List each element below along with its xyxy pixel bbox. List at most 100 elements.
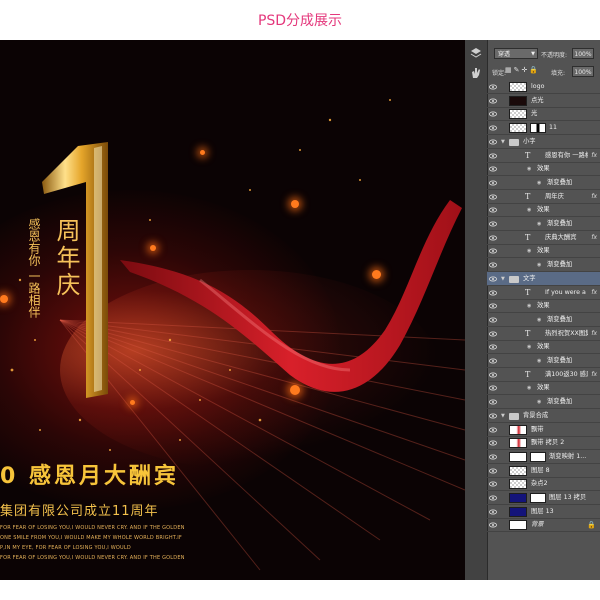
layer-name: 点光	[531, 96, 544, 104]
layer-name: 庆典大酬宾	[545, 233, 577, 241]
visibility-eye-icon[interactable]	[489, 480, 497, 488]
effect-visibility-icon[interactable]: ◉	[537, 313, 541, 327]
layer-row[interactable]: T If you were a tear...fx	[487, 286, 600, 300]
layer-row[interactable]: 杂点2	[487, 477, 600, 492]
opacity-input[interactable]: 100%	[572, 48, 594, 59]
visibility-eye-icon[interactable]	[489, 494, 497, 502]
effect-visibility-icon[interactable]: ◉	[527, 381, 531, 395]
layer-row[interactable]: ◉ 渐变叠加	[487, 176, 600, 190]
lock-paint-icon[interactable]: ✎	[514, 66, 522, 74]
layer-effects-icon[interactable]: fx	[591, 368, 597, 382]
layer-row[interactable]: ◉ 效果	[487, 340, 600, 355]
effect-visibility-icon[interactable]: ◉	[537, 176, 541, 190]
layer-row[interactable]: ◉ 效果	[487, 203, 600, 218]
layer-row[interactable]: 11	[487, 121, 600, 136]
layer-row[interactable]: T 热烈祝贺XX图集...fx	[487, 327, 600, 341]
layer-effects-icon[interactable]: fx	[591, 327, 597, 341]
visibility-eye-icon[interactable]	[489, 220, 497, 228]
visibility-eye-icon[interactable]	[489, 179, 497, 187]
expand-caret-icon[interactable]: ▼	[501, 409, 505, 423]
effect-visibility-icon[interactable]: ◉	[537, 258, 541, 272]
visibility-eye-icon[interactable]	[489, 193, 497, 201]
layer-row[interactable]: T 感恩有你 一路相伴fx	[487, 149, 600, 163]
visibility-eye-icon[interactable]	[489, 453, 497, 461]
visibility-eye-icon[interactable]	[489, 234, 497, 242]
layer-row[interactable]: ◉ 渐变叠加	[487, 354, 600, 368]
hand-tool-icon[interactable]	[469, 66, 483, 80]
visibility-eye-icon[interactable]	[489, 330, 497, 338]
layer-row[interactable]: 飘带 拷贝 2	[487, 436, 600, 451]
layer-row[interactable]: ▼ 文字	[487, 271, 600, 286]
visibility-eye-icon[interactable]	[489, 247, 497, 255]
visibility-eye-icon[interactable]	[489, 521, 497, 529]
layer-row[interactable]: ▼ 小字	[487, 135, 600, 149]
effect-visibility-icon[interactable]: ◉	[527, 244, 531, 258]
effect-visibility-icon[interactable]: ◉	[537, 354, 541, 368]
layer-row[interactable]: logo	[487, 80, 600, 94]
visibility-eye-icon[interactable]	[489, 426, 497, 434]
visibility-eye-icon[interactable]	[489, 289, 497, 297]
visibility-eye-icon[interactable]	[489, 275, 497, 283]
visibility-eye-icon[interactable]	[489, 371, 497, 379]
layer-row[interactable]: 光	[487, 107, 600, 122]
visibility-eye-icon[interactable]	[489, 343, 497, 351]
effect-visibility-icon[interactable]: ◉	[527, 203, 531, 217]
visibility-eye-icon[interactable]	[489, 357, 497, 365]
layer-effects-icon[interactable]: fx	[591, 231, 597, 245]
layers-tool-icon[interactable]	[469, 46, 483, 60]
lock-all-icon[interactable]: 🔒	[529, 66, 540, 74]
visibility-eye-icon[interactable]	[489, 261, 497, 269]
layer-row[interactable]: 背景 🔒	[487, 518, 600, 533]
layer-row[interactable]: ◉ 效果	[487, 381, 600, 396]
layer-row[interactable]: ◉ 渐变叠加	[487, 258, 600, 273]
layer-row[interactable]: 图层 13	[487, 505, 600, 519]
visibility-eye-icon[interactable]	[489, 412, 497, 420]
layer-row[interactable]: ◉ 渐变叠加	[487, 395, 600, 410]
visibility-eye-icon[interactable]	[489, 398, 497, 406]
layer-row[interactable]: 图层 13 拷贝	[487, 491, 600, 505]
effect-visibility-icon[interactable]: ◉	[537, 395, 541, 409]
visibility-eye-icon[interactable]	[489, 110, 497, 118]
layer-row[interactable]: ◉ 效果	[487, 244, 600, 259]
visibility-eye-icon[interactable]	[489, 138, 497, 146]
visibility-eye-icon[interactable]	[489, 124, 497, 132]
layer-row[interactable]: 图层 8	[487, 464, 600, 478]
layer-row[interactable]: ◉ 效果	[487, 299, 600, 314]
visibility-eye-icon[interactable]	[489, 439, 497, 447]
visibility-eye-icon[interactable]	[489, 384, 497, 392]
effect-visibility-icon[interactable]: ◉	[537, 217, 541, 231]
visibility-eye-icon[interactable]	[489, 467, 497, 475]
expand-caret-icon[interactable]: ▼	[501, 135, 505, 149]
layer-row[interactable]: T 庆典大酬宾 fx	[487, 231, 600, 245]
visibility-eye-icon[interactable]	[489, 302, 497, 310]
layer-row[interactable]: T 满100返30 感恩...fx	[487, 368, 600, 382]
layer-row[interactable]: 点光	[487, 94, 600, 108]
fill-input[interactable]: 100%	[572, 66, 594, 77]
layer-row[interactable]: T 周年庆 fx	[487, 190, 600, 204]
layer-row[interactable]: 渐变映射 1...	[487, 450, 600, 464]
visibility-eye-icon[interactable]	[489, 508, 497, 516]
layer-effects-icon[interactable]: fx	[591, 149, 597, 163]
visibility-eye-icon[interactable]	[489, 165, 497, 173]
layer-name: 图层 8	[531, 466, 550, 474]
effect-visibility-icon[interactable]: ◉	[527, 299, 531, 313]
layer-row[interactable]: 飘带	[487, 423, 600, 437]
visibility-eye-icon[interactable]	[489, 316, 497, 324]
layer-row[interactable]: ▼ 背景合成	[487, 409, 600, 423]
visibility-eye-icon[interactable]	[489, 206, 497, 214]
effect-visibility-icon[interactable]: ◉	[527, 340, 531, 354]
expand-caret-icon[interactable]: ▼	[501, 272, 505, 286]
visibility-eye-icon[interactable]	[489, 97, 497, 105]
layer-row[interactable]: ◉ 渐变叠加	[487, 313, 600, 327]
blend-mode-select[interactable]: 穿透 ▼	[494, 48, 538, 59]
lock-pixels-icon[interactable]: ▦	[505, 66, 514, 74]
layer-effects-icon[interactable]: fx	[591, 286, 597, 300]
layer-effects-icon[interactable]: fx	[591, 190, 597, 204]
effect-visibility-icon[interactable]: ◉	[527, 162, 531, 176]
layer-row[interactable]: ◉ 效果	[487, 162, 600, 177]
visibility-eye-icon[interactable]	[489, 83, 497, 91]
layer-name: 周年庆	[545, 192, 564, 200]
lock-icons[interactable]: ▦✎✛🔒	[505, 66, 540, 74]
layer-row[interactable]: ◉ 渐变叠加	[487, 217, 600, 231]
visibility-eye-icon[interactable]	[489, 152, 497, 160]
